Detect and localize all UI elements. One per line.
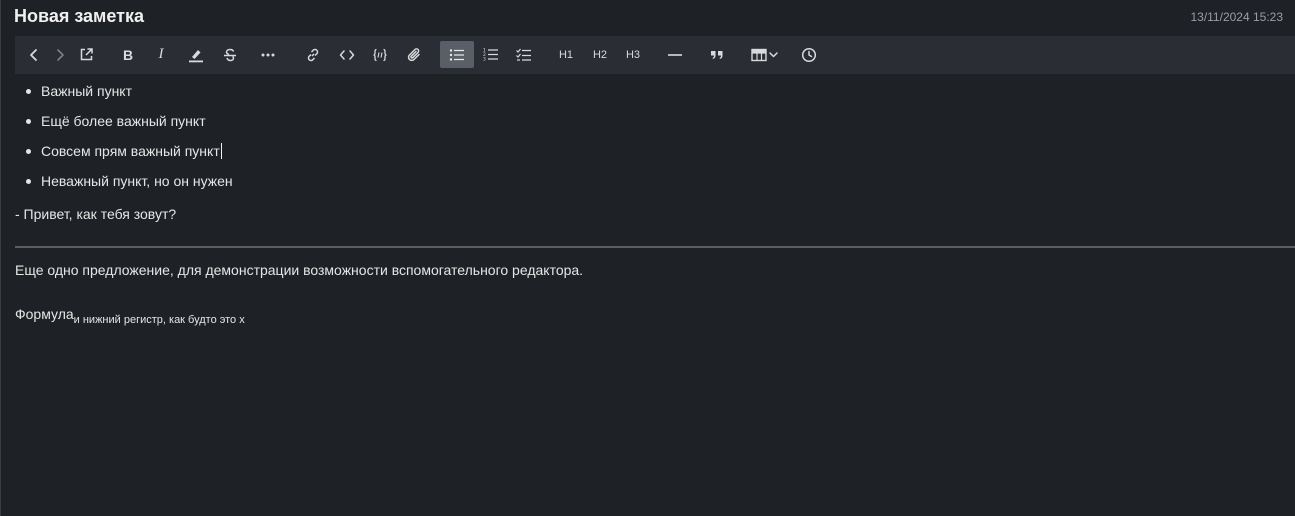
- bold-button[interactable]: B: [113, 41, 143, 68]
- heading3-label: H3: [625, 48, 641, 61]
- highlight-button[interactable]: [181, 41, 211, 68]
- strikethrough-button[interactable]: [215, 41, 245, 68]
- link-icon: [307, 48, 319, 61]
- heading2-button[interactable]: H2: [585, 41, 615, 68]
- open-external-button[interactable]: [71, 41, 101, 68]
- text-caret: [220, 143, 222, 159]
- more-button[interactable]: [253, 41, 283, 68]
- list-item-text: Ещё более важный пункт: [41, 113, 206, 129]
- subscript-text: и нижний регистр, как будто это х: [73, 314, 245, 326]
- horizontal-rule-icon: [668, 53, 682, 56]
- italic-button[interactable]: I: [146, 41, 176, 68]
- list-item[interactable]: Неважный пункт, но он нужен: [15, 168, 1295, 198]
- list-item-text: Совсем прям важный пункт: [41, 143, 220, 159]
- italic-label: I: [158, 46, 164, 62]
- clock-icon: [801, 47, 817, 62]
- bold-label: B: [122, 46, 134, 63]
- heading3-button[interactable]: H3: [618, 41, 648, 68]
- quote-icon: [711, 50, 723, 59]
- code-icon: [339, 49, 355, 60]
- checklist-button[interactable]: [509, 41, 539, 68]
- note-title[interactable]: Новая заметка: [14, 6, 144, 27]
- strikethrough-icon: [224, 48, 236, 61]
- table-icon: [751, 48, 778, 61]
- external-link-icon: [80, 48, 93, 61]
- list-item[interactable]: Совсем прям важный пункт: [15, 138, 1295, 168]
- chevron-left-icon: [30, 48, 37, 61]
- paperclip-icon: [407, 47, 420, 61]
- checklist-icon: [516, 48, 531, 61]
- bullet-list-icon: [449, 48, 464, 61]
- list-item-text: Неважный пункт, но он нужен: [41, 173, 233, 189]
- bullet-list: Важный пункт Ещё более важный пункт Совс…: [15, 78, 1295, 198]
- highlighter-icon: [189, 49, 203, 62]
- list-item-text: Важный пункт: [41, 83, 132, 99]
- bullet-list-button[interactable]: [440, 41, 474, 68]
- heading2-label: H2: [592, 48, 608, 61]
- note-timestamp: 13/11/2024 15:23: [1190, 10, 1283, 24]
- horizontal-rule: [15, 246, 1295, 248]
- list-item[interactable]: Важный пункт: [15, 78, 1295, 108]
- list-item[interactable]: Ещё более важный пункт: [15, 108, 1295, 138]
- horizontal-rule-button[interactable]: [660, 41, 690, 68]
- code-block-button[interactable]: [365, 41, 395, 68]
- code-button[interactable]: [332, 41, 362, 68]
- sentence-paragraph[interactable]: Еще одно предложение, для демонстрации в…: [15, 262, 583, 278]
- code-block-icon: [373, 48, 387, 61]
- formula-text: Формула: [15, 306, 74, 322]
- formula-paragraph[interactable]: Формулаи нижний регистр, как будто это х: [15, 306, 245, 326]
- numbered-list-button[interactable]: 123: [476, 41, 506, 68]
- editor-content[interactable]: Важный пункт Ещё более важный пункт Совс…: [15, 78, 1295, 326]
- note-editor-window: Новая заметка 13/11/2024 15:23 B I 1 2 3…: [0, 0, 1295, 516]
- quote-button[interactable]: [702, 41, 732, 68]
- attach-button[interactable]: [399, 41, 429, 68]
- numbered-list-icon: 123: [483, 48, 498, 63]
- history-button[interactable]: [794, 41, 824, 68]
- heading1-button[interactable]: H1: [551, 41, 581, 68]
- svg-text:3: 3: [483, 57, 486, 63]
- heading1-label: H1: [558, 48, 574, 61]
- editor-toolbar: B I 1 2 3 H1 H2 H3: [15, 36, 1295, 74]
- link-button[interactable]: [298, 41, 328, 68]
- dialogue-paragraph[interactable]: - Привет, как тебя зовут?: [15, 206, 176, 222]
- table-button[interactable]: [745, 41, 785, 68]
- chevron-right-icon: [57, 48, 64, 61]
- ellipsis-icon: [261, 53, 275, 56]
